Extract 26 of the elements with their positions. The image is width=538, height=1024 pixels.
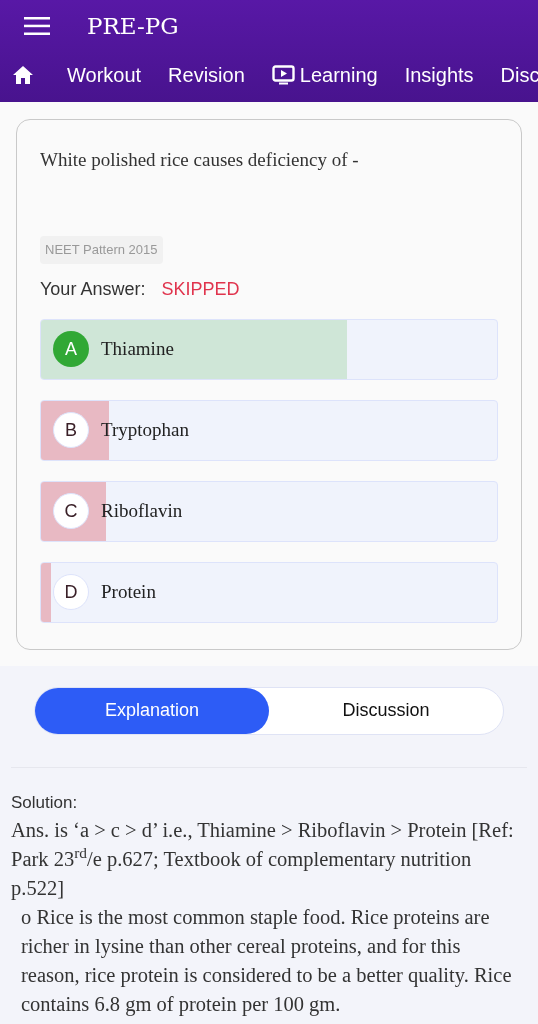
answer-option[interactable]: A Thiamine (40, 318, 498, 380)
option-text: Tryptophan (101, 417, 189, 442)
nav-tab[interactable]: Revision (168, 60, 245, 90)
solution-point: o Rice is the most common staple food. Rice proteins are richer in lysine than other cereal proteins, and for this reason, rice protein is considered to be a better quality. Rice contains 6.8 gm of protein per 100 gm. (20, 905, 513, 1018)
nav-tab[interactable]: Workout (67, 60, 142, 90)
answer-status: SKIPPED (161, 277, 240, 301)
answer-option[interactable]: D Protein (40, 561, 498, 623)
answer-label: Your Answer: (40, 277, 146, 301)
segment-tab[interactable]: Discussion (269, 687, 503, 734)
option-text: Riboflavin (101, 498, 183, 523)
home-icon[interactable] (12, 65, 34, 85)
play-screen-icon (271, 65, 295, 85)
answer-option[interactable]: B Tryptophan (40, 399, 498, 461)
answer-option[interactable]: C Riboflavin (40, 480, 498, 542)
question-text: White polished rice causes deficiency of - (40, 148, 360, 172)
option-text: Protein (101, 579, 156, 604)
nav-tab[interactable]: Insights (404, 60, 474, 90)
solution-heading: Solution: (11, 791, 79, 814)
app-title: PRE-PG (87, 11, 179, 41)
menu-icon[interactable] (24, 17, 50, 35)
segment-tab[interactable]: Explanation (35, 687, 269, 734)
question-tag: NEET Pattern 2015 (40, 236, 163, 264)
nav-tab[interactable]: Disc (500, 60, 538, 90)
option-letter: D (53, 574, 89, 610)
option-text: Thiamine (101, 336, 174, 361)
nav-tab[interactable]: Learning (271, 60, 378, 90)
